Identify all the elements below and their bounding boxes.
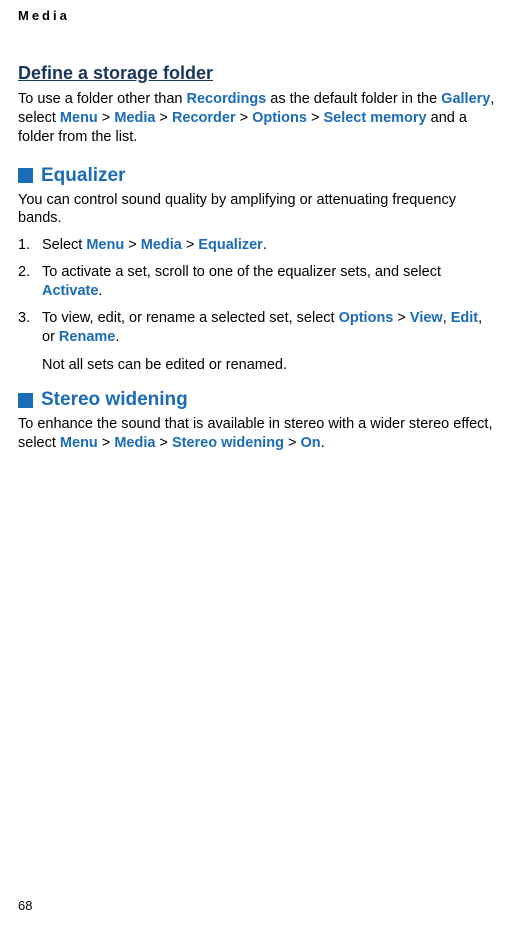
link-select-memory: Select memory <box>323 110 426 126</box>
separator: > <box>182 237 199 253</box>
step-number: 2. <box>18 263 30 282</box>
paragraph-stereo-widening: To enhance the sound that is available i… <box>18 415 498 453</box>
list-item: 3. To view, edit, or rename a selected s… <box>18 309 498 347</box>
separator: > <box>155 435 172 451</box>
section-title-define-storage-folder: Define a storage folder <box>18 63 498 84</box>
text: . <box>115 329 119 345</box>
text: To view, edit, or rename a selected set,… <box>42 310 339 326</box>
link-menu: Menu <box>60 435 98 451</box>
separator: > <box>393 310 410 326</box>
link-stereo-widening: Stereo widening <box>172 435 284 451</box>
list-item: 2. To activate a set, scroll to one of t… <box>18 263 498 301</box>
link-media: Media <box>141 237 182 253</box>
text: . <box>321 435 325 451</box>
separator: > <box>236 110 253 126</box>
square-bullet-icon <box>18 168 33 183</box>
section-title-equalizer: Equalizer <box>41 165 125 187</box>
link-menu: Menu <box>60 110 98 126</box>
step-number: 3. <box>18 309 30 328</box>
separator: > <box>284 435 301 451</box>
text: , <box>443 310 451 326</box>
link-equalizer: Equalizer <box>198 237 262 253</box>
separator: > <box>98 110 115 126</box>
separator: > <box>155 110 172 126</box>
link-options: Options <box>252 110 307 126</box>
page-number: 68 <box>18 898 32 913</box>
square-bullet-icon <box>18 393 33 408</box>
step-number: 1. <box>18 236 30 255</box>
separator: > <box>98 435 115 451</box>
section-heading-equalizer: Equalizer <box>18 165 498 187</box>
text: . <box>263 237 267 253</box>
link-recorder: Recorder <box>172 110 236 126</box>
paragraph-equalizer-intro: You can control sound quality by amplify… <box>18 191 498 229</box>
text: To activate a set, scroll to one of the … <box>42 264 441 280</box>
text: To use a folder other than <box>18 91 186 107</box>
link-recordings: Recordings <box>186 91 266 107</box>
paragraph-storage-folder: To use a folder other than Recordings as… <box>18 90 498 147</box>
separator: > <box>307 110 324 126</box>
link-menu: Menu <box>86 237 124 253</box>
section-heading-stereo-widening: Stereo widening <box>18 389 498 411</box>
equalizer-note: Not all sets can be edited or renamed. <box>42 356 498 375</box>
link-edit: Edit <box>451 310 478 326</box>
link-on: On <box>300 435 320 451</box>
link-media: Media <box>114 435 155 451</box>
link-rename: Rename <box>59 329 115 345</box>
running-header: Media <box>18 8 498 23</box>
text: Select <box>42 237 86 253</box>
link-activate: Activate <box>42 283 98 299</box>
separator: > <box>124 237 141 253</box>
list-item: 1. Select Menu > Media > Equalizer. <box>18 236 498 255</box>
link-options: Options <box>339 310 394 326</box>
link-media: Media <box>114 110 155 126</box>
equalizer-steps: 1. Select Menu > Media > Equalizer. 2. T… <box>18 236 498 346</box>
text: . <box>98 283 102 299</box>
text: as the default folder in the <box>266 91 441 107</box>
link-gallery: Gallery <box>441 91 490 107</box>
section-title-stereo-widening: Stereo widening <box>41 389 188 411</box>
link-view: View <box>410 310 443 326</box>
